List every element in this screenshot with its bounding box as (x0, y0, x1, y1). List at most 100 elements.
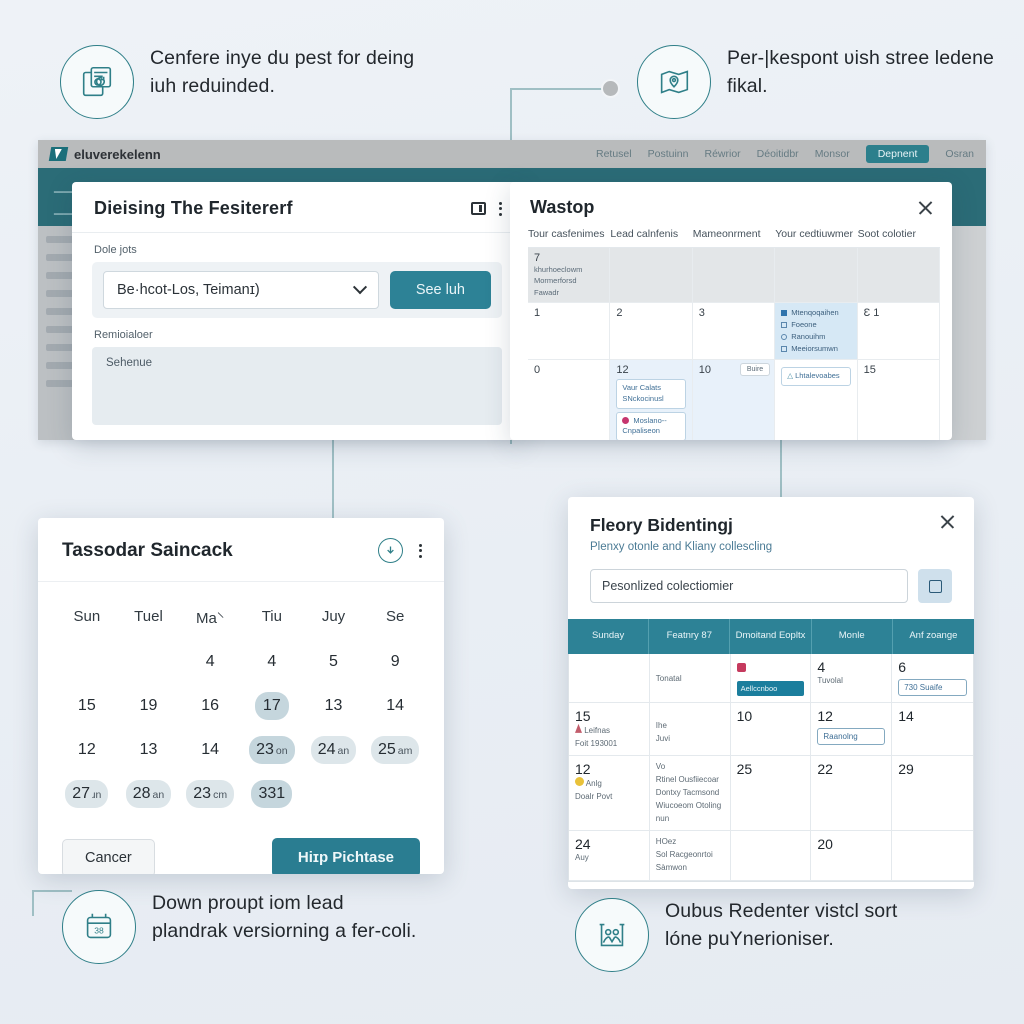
table-row[interactable]: 24 Auy HOez Sol Racgeonrtoi Sàmwon 20 (569, 831, 973, 881)
wastop-event-chip[interactable]: Vaur Calats SNckocinusl (616, 378, 686, 409)
kebab-menu-icon[interactable] (499, 201, 502, 216)
day-cell-selected[interactable]: 23 on (241, 728, 303, 772)
table-cell[interactable] (731, 831, 812, 880)
day-cell[interactable]: 28 an (118, 772, 180, 816)
wastop-cell-events[interactable]: Mtenqoqaihen Foeone Ranouihm Meeiorsumwn (775, 302, 858, 360)
table-cell[interactable]: 22 (811, 756, 893, 831)
table-cell[interactable]: 25 (731, 756, 812, 831)
table-cell[interactable]: Vo Rtinel Ousfiiecoar Dontxy Tacmsond Wi… (650, 756, 731, 831)
nav-item-2[interactable]: Réwrior (704, 148, 740, 160)
edit-icon[interactable] (918, 569, 952, 603)
collection-input[interactable]: Pesonlized colectiomier (590, 569, 908, 603)
table-cell[interactable]: 4 Tuvolal (811, 653, 893, 702)
wastop-cell[interactable] (775, 248, 858, 303)
booking-panel[interactable]: Fleory Bidentingj Plenxy otonle and Klia… (568, 497, 974, 889)
booking-outline-chip[interactable]: Raanolng (817, 727, 886, 745)
table-cell[interactable]: 6 730 Suaife (892, 654, 973, 702)
day-cell[interactable] (118, 640, 180, 684)
booking-table-body[interactable]: Tonatal Aellccnboo 4 Tuvolal 6 730 Suaif… (568, 653, 974, 882)
day-cell[interactable]: 9 (364, 640, 426, 684)
day-cell[interactable]: 25 am (364, 728, 426, 772)
day-cell[interactable]: 23 cm (179, 772, 241, 816)
wastop-event-item[interactable]: Ranouihm (781, 331, 850, 343)
table-cell[interactable]: Ihe Juvi (650, 702, 731, 756)
wastop-cell[interactable]: 15 (858, 359, 940, 440)
table-cell[interactable]: 12 Anlg Doalr Povt (569, 756, 650, 831)
day-cell[interactable]: 27 ɹn (56, 772, 118, 816)
wastop-event-item[interactable]: Meeiorsumwn (781, 343, 850, 355)
settings-dialog-actions[interactable] (471, 201, 502, 216)
wastop-outline-chip[interactable]: △ Lhtalevoabes (781, 366, 851, 386)
wastop-grid[interactable]: 7 khurhoeclowm Mormerforsd Fawadr 1 2 3 … (528, 247, 940, 440)
table-row[interactable]: Tonatal Aellccnboo 4 Tuvolal 6 730 Suaif… (569, 653, 973, 703)
day-cell[interactable]: 4 (241, 640, 303, 684)
table-cell[interactable]: Tonatal (650, 653, 731, 702)
nav-user[interactable]: Osran (945, 148, 974, 160)
wastop-cell[interactable]: 3 (692, 302, 776, 360)
nav-item-4[interactable]: Monsor (815, 148, 850, 160)
wastop-cell[interactable]: 1 (528, 302, 611, 360)
wastop-tag-button[interactable]: Buire (739, 362, 771, 376)
nav-item-1[interactable]: Postuinn (648, 148, 689, 160)
table-cell[interactable]: 12 Raanolng (811, 702, 893, 756)
wastop-cell[interactable]: △ Lhtalevoabes (775, 359, 858, 440)
wastop-cell[interactable]: 2 (610, 302, 693, 360)
booking-outline-chip[interactable]: 730 Suaife (898, 678, 967, 696)
day-cell[interactable] (303, 772, 365, 816)
table-cell[interactable]: HOez Sol Racgeonrtoi Sàmwon (650, 831, 731, 880)
nav-item-active[interactable]: Depnent (865, 145, 930, 163)
close-icon[interactable] (917, 199, 934, 216)
date-picker-dialog[interactable]: Tassodar Saincack Sun Tuel Ma⸌ Tiu Juy S… (38, 518, 444, 874)
day-cell[interactable] (56, 640, 118, 684)
confirm-button[interactable]: Hiɪp Pichtase (271, 838, 420, 874)
table-cell[interactable]: Aellccnboo (731, 653, 812, 702)
settings-dialog[interactable]: Dieising The Fesitererf Dole jots Be·hco… (72, 182, 522, 440)
nav-item-3[interactable]: Déoitidbr (757, 148, 799, 160)
location-select[interactable]: Be·hcot-Los, Teimanɪ) (103, 271, 379, 309)
table-cell[interactable]: 10 (731, 702, 812, 756)
table-row[interactable]: 15 Leifnas Foit 193001 Ihe Juvi 10 12 Ra… (569, 702, 973, 757)
nav-item-0[interactable]: Retusel (596, 148, 632, 160)
day-cell-selected[interactable]: 17 (241, 684, 303, 728)
wastop-event-chip[interactable]: Moslano-- Cnpaliseon (616, 411, 686, 440)
wastop-cell[interactable]: 0 (528, 359, 611, 440)
wastop-cell[interactable] (692, 248, 776, 303)
wastop-cell[interactable] (610, 248, 693, 303)
date-picker-grid[interactable]: Sun Tuel Ma⸌ Tiu Juy Se 4 4 5 9 15 19 16… (38, 582, 444, 816)
wastop-cell[interactable]: 12 Vaur Calats SNckocinusl Moslano-- Cnp… (610, 359, 693, 440)
kebab-menu-icon[interactable] (419, 543, 422, 558)
download-circle-icon[interactable] (378, 538, 403, 563)
day-cell[interactable]: 14 (179, 728, 241, 772)
day-cell[interactable]: 5 (303, 640, 365, 684)
table-cell[interactable]: 14 (892, 703, 973, 756)
cancel-button[interactable]: Cancer (62, 838, 155, 874)
day-cell[interactable] (364, 772, 426, 816)
day-cell[interactable]: 4 (179, 640, 241, 684)
day-cell[interactable]: 24 an (303, 728, 365, 772)
table-row[interactable]: 12 Anlg Doalr Povt Vo Rtinel Ousfiiecoar… (569, 756, 973, 832)
schedule-textarea[interactable]: Sehenue (92, 347, 502, 425)
wastop-cell[interactable]: 7 khurhoeclowm Mormerforsd Fawadr (528, 248, 611, 303)
submit-button[interactable]: See luh (389, 271, 491, 309)
wastop-cell[interactable]: 10 Buire (692, 359, 776, 440)
day-cell[interactable]: 15 (56, 684, 118, 728)
day-cell[interactable]: 13 (118, 728, 180, 772)
booking-event-bar[interactable]: Aellccnboo (736, 680, 805, 696)
window-icon[interactable] (471, 202, 486, 215)
day-cell[interactable]: 14 (364, 684, 426, 728)
day-cell[interactable]: 16 (179, 684, 241, 728)
date-picker-actions[interactable] (378, 538, 422, 563)
wastop-cell[interactable]: Ɛ 1 (857, 302, 940, 360)
wastop-cell[interactable] (857, 248, 940, 303)
booking-search-row[interactable]: Pesonlized colectiomier (568, 553, 974, 619)
location-select-row[interactable]: Be·hcot-Los, Teimanɪ) See luh (92, 262, 502, 318)
table-cell[interactable]: 24 Auy (569, 831, 650, 880)
wastop-dialog[interactable]: Wastop Tour casfenimes Lead calnfenis Ma… (510, 182, 952, 440)
table-cell[interactable]: 29 (892, 756, 973, 830)
wastop-event-item[interactable]: Mtenqoqaihen (781, 307, 850, 319)
close-icon[interactable] (939, 513, 956, 530)
day-cell-selected[interactable]: 331 (241, 772, 303, 816)
day-cell[interactable]: 13 (303, 684, 365, 728)
table-cell[interactable]: 20 (811, 831, 893, 880)
table-cell[interactable] (569, 653, 650, 702)
